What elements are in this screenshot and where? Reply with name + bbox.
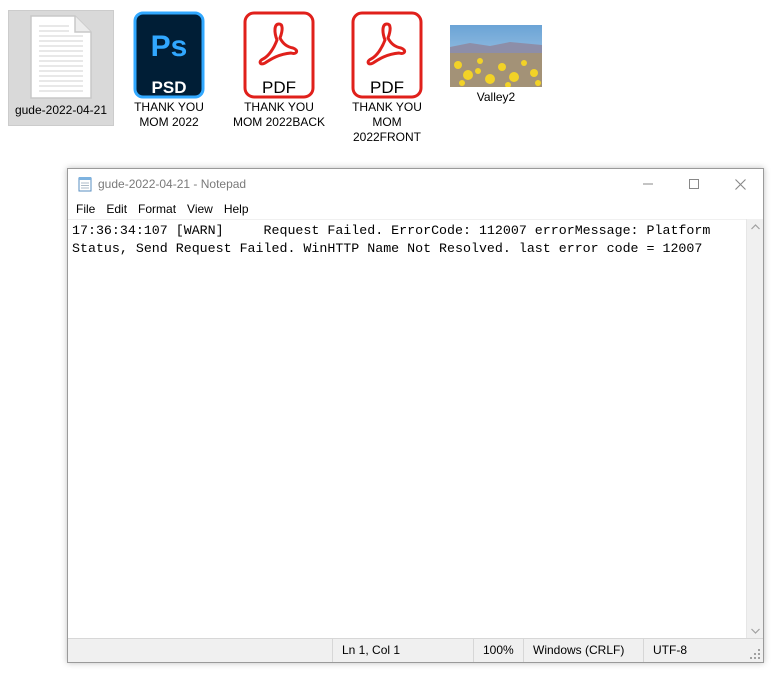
- desktop-icon-valley2[interactable]: Valley2: [443, 10, 549, 126]
- desktop-icon-label: gude-2022-04-21: [14, 103, 108, 117]
- menu-file[interactable]: File: [75, 202, 101, 216]
- minimize-button[interactable]: [625, 169, 671, 199]
- status-zoom: 100%: [473, 639, 523, 662]
- desktop-icon-thank-you-mom-2022back[interactable]: PDF THANK YOU MOM 2022BACK: [226, 10, 332, 129]
- menu-help[interactable]: Help: [223, 202, 255, 216]
- maximize-button[interactable]: [671, 169, 717, 199]
- desktop-icon-thank-you-mom-2022front[interactable]: PDF THANK YOU MOM 2022FRONT: [334, 10, 440, 144]
- resize-grip-icon[interactable]: [749, 648, 761, 660]
- close-button[interactable]: [717, 169, 763, 199]
- desktop-icon-thank-you-mom-2022[interactable]: Ps PSD THANK YOU MOM 2022: [116, 10, 222, 129]
- maximize-icon: [689, 179, 699, 189]
- scroll-up-button[interactable]: [747, 219, 763, 235]
- menu-view[interactable]: View: [186, 202, 219, 216]
- window-title: gude-2022-04-21 - Notepad: [98, 177, 247, 191]
- close-icon: [734, 178, 746, 190]
- text-file-icon: [25, 11, 97, 103]
- desktop-icon-label: THANK YOU MOM 2022BACK: [232, 100, 326, 129]
- psd-badge-top: Ps: [150, 30, 188, 63]
- desktop-icon-label: THANK YOU MOM 2022: [134, 100, 204, 129]
- desktop-icon-gude-2022-04-21[interactable]: gude-2022-04-21: [8, 10, 114, 126]
- pdf-badge: PDF: [370, 78, 404, 97]
- psd-badge-bottom: PSD: [151, 78, 187, 97]
- notepad-icon: [78, 177, 92, 192]
- pdf-badge: PDF: [262, 78, 296, 97]
- text-editor[interactable]: 17:36:34:107 [WARN] Request Failed. Erro…: [68, 219, 747, 639]
- menu-format[interactable]: Format: [137, 202, 182, 216]
- menu-edit[interactable]: Edit: [105, 202, 133, 216]
- notepad-window[interactable]: gude-2022-04-21 - Notepad File Edit Form…: [67, 168, 764, 663]
- status-encoding: UTF-8: [643, 639, 743, 662]
- photoshop-psd-icon: Ps PSD: [133, 10, 205, 100]
- image-thumbnail-icon: [446, 10, 546, 102]
- status-bar: Ln 1, Col 1 100% Windows (CRLF) UTF-8: [68, 638, 763, 662]
- chevron-down-icon: [750, 628, 760, 634]
- pdf-file-icon: PDF: [243, 10, 315, 100]
- editor-content[interactable]: 17:36:34:107 [WARN] Request Failed. Erro…: [72, 222, 732, 258]
- title-bar[interactable]: gude-2022-04-21 - Notepad: [68, 169, 763, 199]
- menu-bar: File Edit Format View Help: [68, 199, 763, 219]
- chevron-up-icon: [750, 224, 760, 230]
- scroll-down-button[interactable]: [747, 623, 763, 639]
- minimize-icon: [643, 183, 653, 185]
- desktop-icon-label: Valley2: [476, 90, 516, 104]
- pdf-file-icon: PDF: [351, 10, 423, 100]
- vertical-scrollbar[interactable]: [746, 219, 763, 639]
- desktop-icon-label: THANK YOU MOM 2022FRONT: [352, 100, 422, 144]
- status-position: Ln 1, Col 1: [332, 639, 473, 662]
- status-line-ending: Windows (CRLF): [523, 639, 643, 662]
